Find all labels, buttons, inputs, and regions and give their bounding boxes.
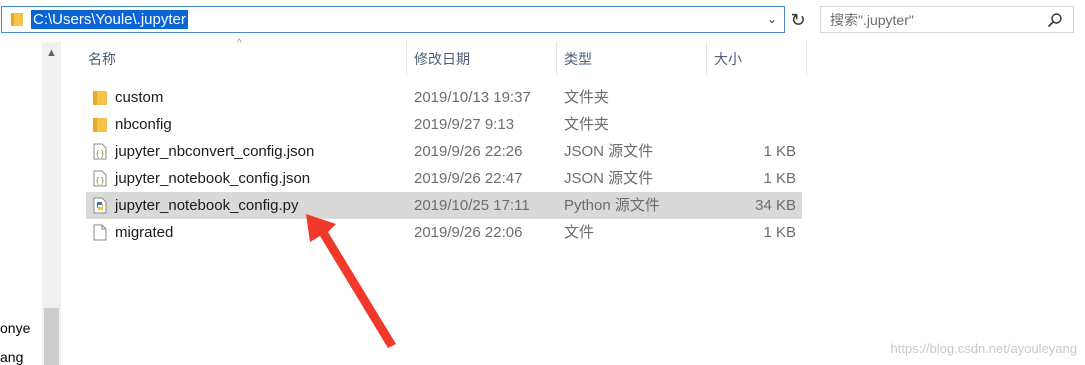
file-size: 1 KB <box>763 224 796 241</box>
watermark: https://blog.csdn.net/ayouleyang <box>890 341 1077 356</box>
file-type: JSON 源文件 <box>564 143 654 160</box>
nav-item[interactable]: ang <box>0 349 42 365</box>
folder-icon <box>11 13 23 26</box>
file-row[interactable]: custom 2019/10/13 19:37 文件夹 <box>86 84 802 111</box>
chevron-down-icon[interactable]: ⌄ <box>764 11 780 27</box>
file-row[interactable]: {} jupyter_notebook_config.json 2019/9/2… <box>86 165 802 192</box>
folder-icon <box>93 91 107 105</box>
svg-text:{}: {} <box>95 149 105 158</box>
column-header-name[interactable]: 名称 <box>80 42 406 75</box>
nav-item-label: ang <box>0 349 24 365</box>
nav-scrollbar[interactable]: ▲ <box>42 42 61 365</box>
file-name: nbconfig <box>115 116 172 133</box>
search-input[interactable]: 搜索".jupyter" <box>820 6 1074 33</box>
json-file-icon: {} <box>93 170 107 187</box>
column-header-type[interactable]: 类型 <box>556 42 706 75</box>
column-header-label: 类型 <box>564 51 592 67</box>
column-header-label: 大小 <box>714 51 742 67</box>
file-name: migrated <box>115 224 174 241</box>
json-file-icon: {} <box>93 143 107 160</box>
file-name: jupyter_notebook_config.json <box>115 170 311 187</box>
nav-item-label: onye <box>0 320 31 336</box>
column-header-label: 名称 <box>88 51 116 67</box>
file-row[interactable]: {} jupyter_nbconvert_config.json 2019/9/… <box>86 138 802 165</box>
scrollbar-thumb[interactable] <box>44 308 59 365</box>
file-type: 文件 <box>564 224 595 241</box>
file-date: 2019/9/26 22:06 <box>414 224 523 241</box>
file-name: jupyter_notebook_config.py <box>115 197 299 214</box>
file-date: 2019/10/25 17:11 <box>414 197 530 214</box>
file-date: 2019/9/26 22:47 <box>414 170 523 187</box>
file-name: custom <box>115 89 164 106</box>
refresh-icon[interactable]: ↻ <box>787 9 809 31</box>
file-date: 2019/10/13 19:37 <box>414 89 531 106</box>
address-bar[interactable]: C:\Users\Youle\.jupyter ⌄ <box>1 6 785 33</box>
file-row[interactable]: jupyter_notebook_config.py 2019/10/25 17… <box>86 192 802 219</box>
search-placeholder: 搜索".jupyter" <box>830 12 914 28</box>
file-type: JSON 源文件 <box>564 170 654 187</box>
column-header-date[interactable]: 修改日期 <box>406 42 556 75</box>
file-size: 34 KB <box>755 197 796 214</box>
column-header-label: 修改日期 <box>414 51 470 67</box>
file-row[interactable]: nbconfig 2019/9/27 9:13 文件夹 <box>86 111 802 138</box>
column-header-size[interactable]: 大小 <box>706 42 806 75</box>
file-date: 2019/9/26 22:26 <box>414 143 523 160</box>
file-row[interactable]: migrated 2019/9/26 22:06 文件 1 KB <box>86 219 802 246</box>
search-icon[interactable] <box>1047 12 1063 28</box>
column-divider[interactable] <box>806 42 807 75</box>
file-type: 文件夹 <box>564 89 610 106</box>
file-name: jupyter_nbconvert_config.json <box>115 143 315 160</box>
nav-item[interactable]: onye <box>0 320 42 336</box>
folder-icon <box>93 118 107 132</box>
file-date: 2019/9/27 9:13 <box>414 116 515 133</box>
file-type: Python 源文件 <box>564 197 660 214</box>
svg-text:{}: {} <box>95 176 105 185</box>
file-type: 文件夹 <box>564 116 610 133</box>
python-file-icon <box>93 197 107 214</box>
scroll-up-icon[interactable]: ▲ <box>42 42 61 62</box>
blank-file-icon <box>93 224 107 241</box>
file-size: 1 KB <box>763 143 796 160</box>
file-size: 1 KB <box>763 170 796 187</box>
address-path[interactable]: C:\Users\Youle\.jupyter <box>31 10 188 29</box>
